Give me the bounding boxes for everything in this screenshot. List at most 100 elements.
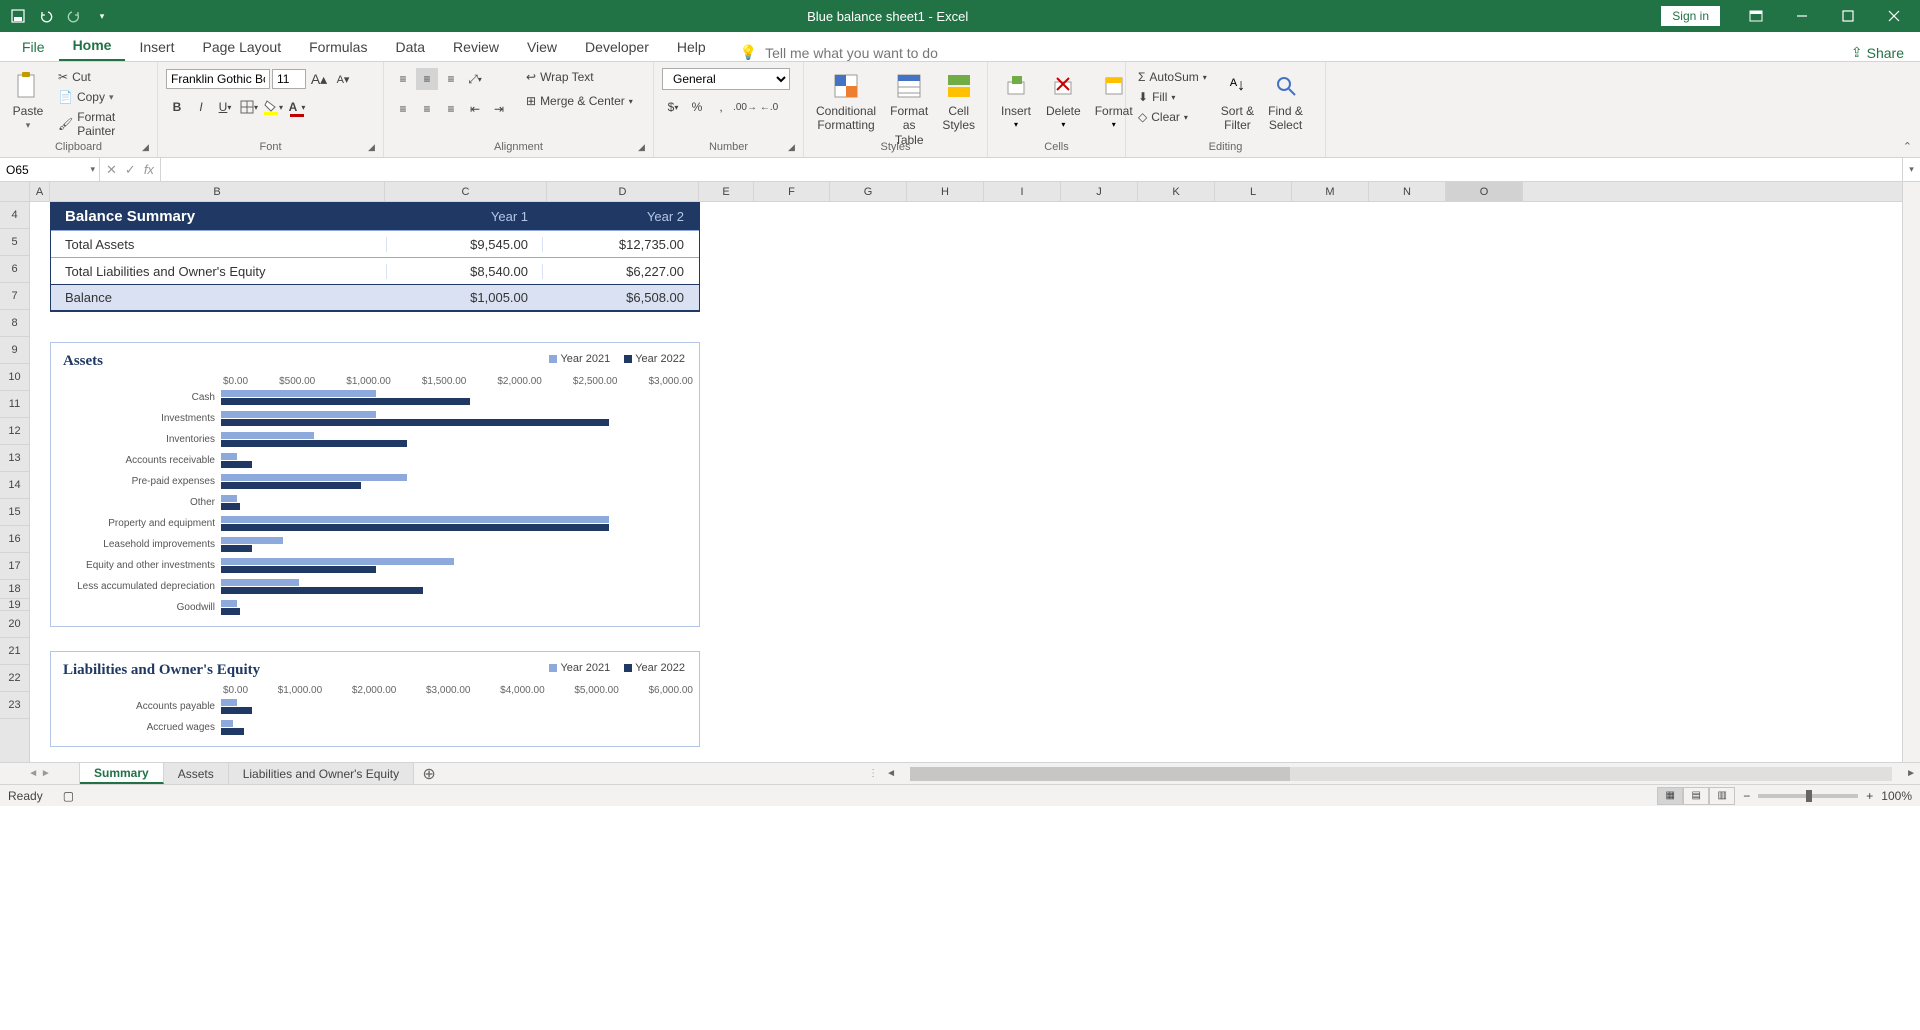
fx-icon[interactable]: fx (144, 162, 154, 177)
zoom-in-icon[interactable]: + (1866, 789, 1873, 803)
scroll-thumb[interactable] (910, 767, 1290, 781)
tab-file[interactable]: File (8, 33, 59, 61)
grid-body[interactable]: Balance Summary Year 1 Year 2 Total Asse… (30, 202, 1902, 762)
cell[interactable]: $12,735.00 (542, 237, 698, 252)
increase-font-icon[interactable]: A▴ (308, 68, 330, 90)
column-header[interactable]: J (1061, 182, 1138, 201)
column-header[interactable]: K (1138, 182, 1215, 201)
row-label[interactable]: Total Assets (51, 237, 386, 252)
column-header[interactable]: M (1292, 182, 1369, 201)
tab-insert[interactable]: Insert (125, 33, 188, 61)
column-header[interactable]: I (984, 182, 1061, 201)
cell-styles-button[interactable]: Cell Styles (938, 68, 979, 135)
fill-button[interactable]: ⬇Fill ▾ (1134, 88, 1211, 106)
clear-button[interactable]: ◇Clear ▾ (1134, 108, 1211, 126)
copy-button[interactable]: 📄Copy ▾ (54, 88, 149, 106)
formula-input[interactable] (161, 158, 1902, 181)
row-header[interactable]: 11 (0, 391, 29, 418)
tab-data[interactable]: Data (381, 33, 439, 61)
tell-me-search[interactable]: 💡 Tell me what you want to do (740, 44, 938, 61)
row-header[interactable]: 18 (0, 580, 29, 599)
column-header[interactable]: O (1446, 182, 1523, 201)
align-bottom-icon[interactable]: ≡ (440, 68, 462, 90)
row-header[interactable]: 20 (0, 611, 29, 638)
row-label[interactable]: Total Liabilities and Owner's Equity (51, 264, 386, 279)
cell[interactable]: $6,508.00 (542, 290, 698, 305)
row-header[interactable]: 4 (0, 202, 29, 229)
cut-button[interactable]: ✂Cut (54, 68, 149, 86)
liabilities-chart[interactable]: Liabilities and Owner's Equity Year 2021… (50, 651, 700, 747)
align-top-icon[interactable]: ≡ (392, 68, 414, 90)
close-icon[interactable] (1872, 0, 1916, 32)
column-header[interactable]: G (830, 182, 907, 201)
save-icon[interactable] (6, 4, 30, 28)
share-button[interactable]: ⇪ Share (1851, 44, 1904, 61)
font-name-combo[interactable] (166, 69, 270, 89)
row-header[interactable]: 9 (0, 337, 29, 364)
autosum-button[interactable]: ΣAutoSum ▾ (1134, 68, 1211, 86)
tab-split-handle[interactable]: ⋮ (864, 763, 882, 784)
cell[interactable]: $9,545.00 (386, 237, 542, 252)
row-header[interactable]: 19 (0, 599, 29, 611)
cell[interactable]: $8,540.00 (386, 264, 542, 279)
sheet-nav[interactable]: ◄ ► (0, 763, 80, 784)
column-header[interactable]: E (699, 182, 754, 201)
minimize-icon[interactable] (1780, 0, 1824, 32)
name-box-input[interactable] (0, 163, 90, 177)
accounting-format-icon[interactable]: $▾ (662, 96, 684, 118)
vertical-scrollbar[interactable] (1902, 182, 1920, 762)
number-format-combo[interactable]: General (662, 68, 790, 90)
decrease-decimal-icon[interactable]: ←.0 (758, 96, 780, 118)
dialog-launcher-icon[interactable]: ◢ (142, 142, 154, 154)
row-header[interactable]: 16 (0, 526, 29, 553)
row-header[interactable]: 22 (0, 665, 29, 692)
undo-icon[interactable] (34, 4, 58, 28)
row-header[interactable]: 17 (0, 553, 29, 580)
row-header[interactable]: 8 (0, 310, 29, 337)
merge-center-button[interactable]: ⊞Merge & Center ▾ (522, 92, 637, 110)
sort-filter-button[interactable]: ᴬ↓Sort & Filter (1217, 68, 1258, 135)
macro-record-icon[interactable]: ▢ (63, 789, 74, 803)
chevron-down-icon[interactable]: ▾ (90, 164, 99, 175)
conditional-formatting-button[interactable]: Conditional Formatting (812, 68, 880, 135)
format-as-table-button[interactable]: Format as Table (886, 68, 932, 149)
zoom-thumb[interactable] (1806, 790, 1812, 802)
tab-view[interactable]: View (513, 33, 571, 61)
name-box[interactable]: ▾ (0, 158, 100, 181)
cell[interactable]: $6,227.00 (542, 264, 698, 279)
find-select-button[interactable]: Find & Select (1264, 68, 1307, 135)
enter-icon[interactable]: ✓ (125, 162, 136, 178)
tab-formulas[interactable]: Formulas (295, 33, 381, 61)
row-header[interactable]: 15 (0, 499, 29, 526)
cancel-icon[interactable]: ✕ (106, 162, 117, 178)
sheet-tab-summary[interactable]: Summary (80, 763, 164, 784)
dialog-launcher-icon[interactable]: ◢ (368, 142, 380, 154)
select-all-corner[interactable] (0, 182, 30, 202)
page-break-view-icon[interactable]: ▥ (1709, 787, 1735, 805)
tab-page-layout[interactable]: Page Layout (188, 33, 295, 61)
row-header[interactable]: 7 (0, 283, 29, 310)
row-header[interactable]: 10 (0, 364, 29, 391)
column-header[interactable]: H (907, 182, 984, 201)
align-left-icon[interactable]: ≡ (392, 98, 414, 120)
bold-button[interactable]: B (166, 96, 188, 118)
scroll-right-icon[interactable]: ► (1906, 768, 1916, 779)
column-header[interactable]: N (1369, 182, 1446, 201)
formula-bar[interactable] (161, 158, 1902, 181)
tab-developer[interactable]: Developer (571, 33, 663, 61)
column-header[interactable]: F (754, 182, 830, 201)
increase-decimal-icon[interactable]: .00→ (734, 96, 756, 118)
sheet-tab-liabilities[interactable]: Liabilities and Owner's Equity (229, 763, 414, 784)
signin-button[interactable]: Sign in (1661, 6, 1720, 26)
align-center-icon[interactable]: ≡ (416, 98, 438, 120)
increase-indent-icon[interactable]: ⇥ (488, 98, 510, 120)
format-painter-button[interactable]: 🖌Format Painter (54, 108, 149, 140)
insert-cells-button[interactable]: Insert▾ (996, 68, 1036, 131)
normal-view-icon[interactable]: ▦ (1657, 787, 1683, 805)
align-right-icon[interactable]: ≡ (440, 98, 462, 120)
row-label[interactable]: Balance (51, 290, 386, 305)
zoom-level[interactable]: 100% (1881, 789, 1912, 803)
page-layout-view-icon[interactable]: ▤ (1683, 787, 1709, 805)
cell[interactable]: $1,005.00 (386, 290, 542, 305)
row-header[interactable]: 6 (0, 256, 29, 283)
